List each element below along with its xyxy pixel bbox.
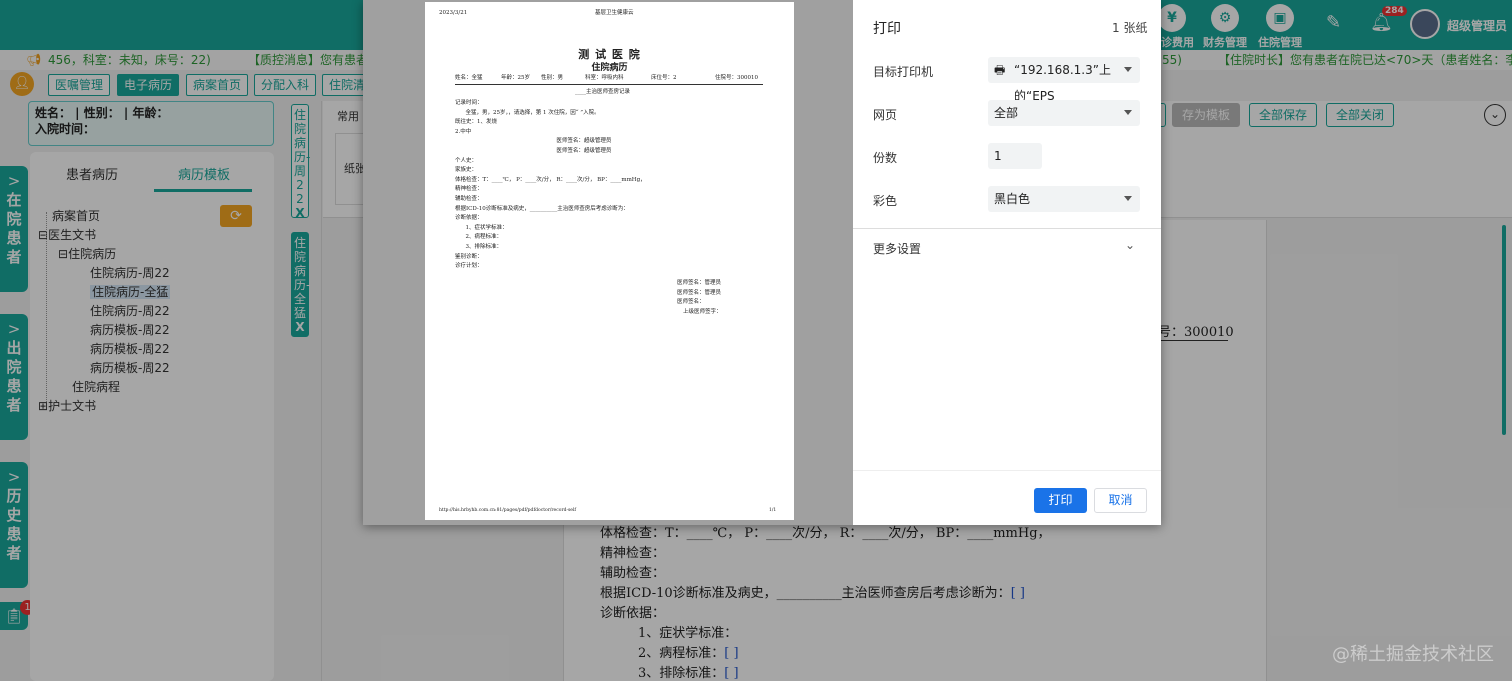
preview-doc-title: 住院病历	[591, 63, 628, 73]
preview-body-line: 家族史：	[455, 167, 478, 174]
print-preview-page: 2023/3/21 基层卫生健康云 测 试 医 院 住院病历 姓名：全猛 年龄：2…	[425, 2, 794, 520]
preview-signature-line: 医师签名：管理员	[677, 289, 722, 296]
printer-select[interactable]: 🖶 “192.168.1.3”上的“EPS	[988, 57, 1140, 103]
preview-date: 2023/3/21	[439, 10, 468, 16]
preview-body-line: 2.中中	[455, 128, 472, 135]
preview-info-item: 年龄：25岁	[501, 75, 530, 81]
copies-value: 1	[994, 149, 1002, 163]
more-settings[interactable]: 更多设置	[873, 240, 921, 257]
chevron-down-icon[interactable]: ⌄	[1125, 238, 1135, 252]
copies-input[interactable]: 1	[988, 143, 1042, 169]
color-label: 彩色	[873, 194, 898, 208]
preview-header-title: 基层卫生健康云	[595, 10, 634, 16]
print-sheet-count: 1 张纸	[1112, 21, 1148, 35]
preview-body-line: 记录时间：	[455, 100, 483, 106]
watermark: @稀土掘金技术社区	[1332, 644, 1494, 665]
printer-label: 目标打印机	[873, 65, 934, 79]
cancel-button[interactable]: 取消	[1094, 488, 1147, 513]
settings-divider	[853, 228, 1161, 229]
preview-info-item: 性别：男	[541, 75, 564, 81]
printer-value: “192.168.1.3”上的“EPS	[1014, 63, 1111, 103]
color-value: 黑白色	[994, 192, 1031, 206]
pages-label: 网页	[873, 108, 898, 122]
print-button[interactable]: 打印	[1034, 488, 1087, 513]
preview-body-line: 医师签名：超级管理员	[455, 148, 612, 154]
pages-select[interactable]: 全部	[988, 100, 1140, 126]
preview-footer-url: http://his.hrbyhb.com.cn:81/pages/pdf/pd…	[439, 508, 577, 513]
preview-body-line: 2、病程标准：	[455, 234, 502, 241]
preview-body-line: 3、排除标准：	[455, 244, 502, 250]
preview-section: ____主治医师查房记录	[575, 89, 631, 95]
print-dialog: 2023/3/21 基层卫生健康云 测 试 医 院 住院病历 姓名：全猛 年龄：2…	[363, 0, 1161, 525]
preview-body-line: 鉴别诊断：	[455, 253, 483, 260]
preview-signature-line: 医师签名：管理员	[677, 280, 722, 286]
printer-icon: 🖶	[994, 63, 1006, 77]
preview-body-line: 体格检查：T：____℃， P：____次/分， R：____次/分， BP：_…	[455, 176, 646, 183]
preview-info-item: 姓名：全猛	[455, 75, 483, 81]
preview-body-line: 辅助检查：	[455, 196, 483, 202]
preview-footer-page: 1/1	[769, 508, 777, 513]
caret-down-icon	[1124, 110, 1132, 115]
preview-info-item: 住院号：300010	[715, 75, 758, 81]
copies-label: 份数	[873, 151, 898, 165]
preview-body-line: 医师签名：超级管理员	[455, 138, 612, 145]
color-select[interactable]: 黑白色	[988, 186, 1140, 212]
preview-body-line: 1、症状学标准：	[455, 224, 508, 231]
print-title: 打印	[873, 21, 901, 37]
preview-body-line: 诊疗计划：	[455, 263, 483, 270]
preview-body-line: 精神检查：	[455, 186, 483, 193]
print-preview-area: 2023/3/21 基层卫生健康云 测 试 医 院 住院病历 姓名：全猛 年龄：2…	[363, 0, 853, 525]
preview-body-line: 全猛，男，25岁，，请选择，第 1 次住院，因“ ”入院。	[455, 109, 600, 116]
preview-body-line: 既往史：1、发烧	[455, 119, 497, 126]
pages-value: 全部	[994, 106, 1019, 120]
caret-down-icon	[1124, 196, 1132, 201]
preview-signature-line: 医师签名：	[677, 299, 705, 306]
preview-body-line: 根据ICD-10诊断标准及病史，__________主治医师查房后考虑诊断为：	[455, 205, 629, 212]
preview-body-line: 诊断依据：	[455, 215, 483, 222]
preview-signature-line: 上级医师签字：	[683, 308, 722, 315]
preview-body-line: 个人史：	[455, 157, 478, 164]
caret-down-icon	[1124, 67, 1132, 72]
preview-divider	[455, 84, 763, 85]
preview-info-item: 床位号：2	[651, 75, 677, 81]
preview-info-item: 科室：呼吸内科	[585, 75, 624, 81]
footer-divider	[853, 470, 1161, 471]
